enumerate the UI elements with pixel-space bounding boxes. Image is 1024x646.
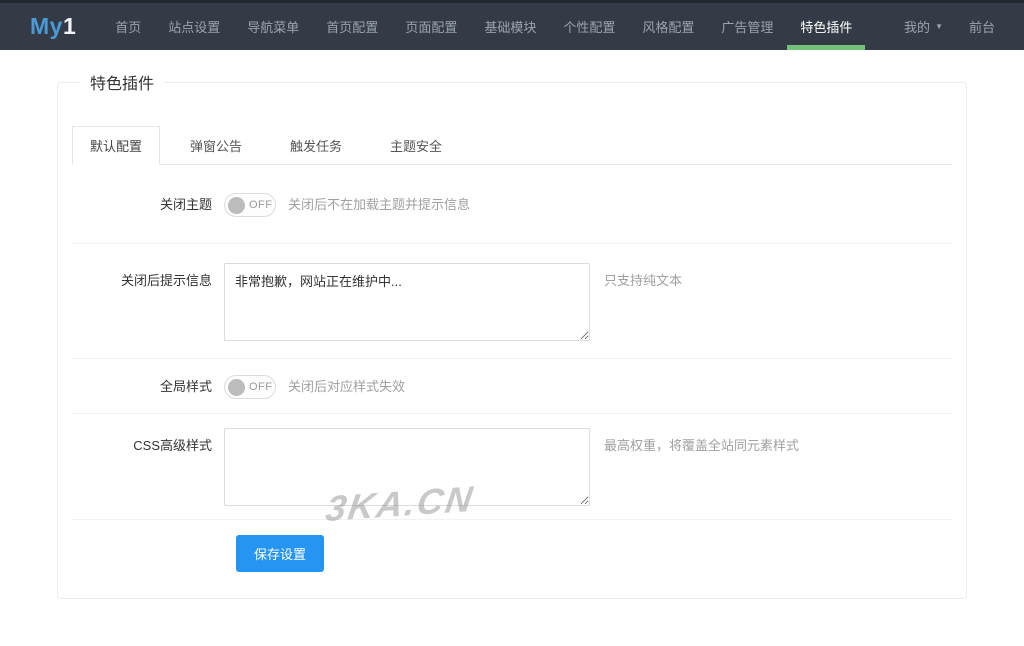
advanced-css-textarea[interactable] [224,428,590,506]
close-theme-toggle[interactable]: OFF [224,193,276,217]
close-theme-hint: 关闭后不在加载主题并提示信息 [288,193,470,217]
form-row-advanced-css: CSS高级样式 最高权重，将覆盖全站同元素样式 [72,414,952,520]
close-message-textarea[interactable]: 非常抱歉，网站正在维护中... [224,263,590,341]
top-navbar: My 1 首页 站点设置 导航菜单 首页配置 页面配置 基础模块 个性配置 风格… [0,0,1024,50]
close-message-control: 非常抱歉，网站正在维护中... 只支持纯文本 [224,263,682,341]
tab-theme-security[interactable]: 主题安全 [372,126,460,165]
toggle-knob-icon [228,379,245,396]
global-style-label: 全局样式 [72,375,224,399]
nav-item-homepage-config[interactable]: 首页配置 [313,3,391,50]
page-footer: © [0,599,1024,646]
logo-text-blue: My [30,13,63,40]
nav-right-group: 我的 ▼ 前台 [891,3,1024,50]
nav-item-home[interactable]: 首页 [102,3,154,50]
settings-form: 关闭主题 OFF 关闭后不在加载主题并提示信息 关闭后提示信息 非常抱歉，网站正… [72,165,952,598]
close-theme-control: OFF 关闭后不在加载主题并提示信息 [224,193,470,217]
featured-plugins-panel: 特色插件 默认配置 弹窗公告 触发任务 主题安全 关闭主题 OFF 关闭后不在加… [57,70,967,599]
nav-item-nav-menu[interactable]: 导航菜单 [234,3,312,50]
advanced-css-hint: 最高权重，将覆盖全站同元素样式 [604,428,799,458]
global-style-hint: 关闭后对应样式失效 [288,375,405,399]
front-site-link[interactable]: 前台 [956,17,1008,36]
tab-default-config[interactable]: 默认配置 [72,126,160,165]
form-row-save: 保存设置 [72,520,952,598]
tab-trigger-tasks[interactable]: 触发任务 [272,126,360,165]
site-logo[interactable]: My 1 [30,3,76,50]
close-message-hint: 只支持纯文本 [604,263,682,293]
advanced-css-control: 最高权重，将覆盖全站同元素样式 [224,428,799,506]
panel-title: 特色插件 [80,70,164,94]
toggle-state-label: OFF [249,381,273,393]
logo-text-white: 1 [63,13,76,40]
close-message-label: 关闭后提示信息 [72,263,224,341]
global-style-toggle[interactable]: OFF [224,375,276,399]
chevron-down-icon: ▼ [935,22,943,31]
form-row-close-message: 关闭后提示信息 非常抱歉，网站正在维护中... 只支持纯文本 [72,244,952,359]
form-row-global-style: 全局样式 OFF 关闭后对应样式失效 [72,359,952,414]
nav-item-personalization[interactable]: 个性配置 [550,3,628,50]
tab-popup-announcement[interactable]: 弹窗公告 [172,126,260,165]
toggle-state-label: OFF [249,199,273,211]
nav-item-page-config[interactable]: 页面配置 [392,3,470,50]
nav-item-style-config[interactable]: 风格配置 [629,3,707,50]
advanced-css-label: CSS高级样式 [72,428,224,506]
nav-item-site-settings[interactable]: 站点设置 [155,3,233,50]
global-style-control: OFF 关闭后对应样式失效 [224,375,405,399]
close-theme-label: 关闭主题 [72,193,224,217]
form-row-close-theme: 关闭主题 OFF 关闭后不在加载主题并提示信息 [72,165,952,244]
account-dropdown[interactable]: 我的 ▼ [891,17,956,36]
save-settings-button[interactable]: 保存设置 [236,535,324,572]
config-tabs: 默认配置 弹窗公告 触发任务 主题安全 [72,126,952,165]
toggle-knob-icon [228,197,245,214]
nav-menu: 首页 站点设置 导航菜单 首页配置 页面配置 基础模块 个性配置 风格配置 广告… [102,3,866,50]
main-content: 特色插件 默认配置 弹窗公告 触发任务 主题安全 关闭主题 OFF 关闭后不在加… [57,50,967,599]
nav-item-basic-modules[interactable]: 基础模块 [471,3,549,50]
nav-item-featured-plugins[interactable]: 特色插件 [787,3,865,50]
nav-item-ad-management[interactable]: 广告管理 [708,3,786,50]
account-label: 我的 [904,17,930,36]
